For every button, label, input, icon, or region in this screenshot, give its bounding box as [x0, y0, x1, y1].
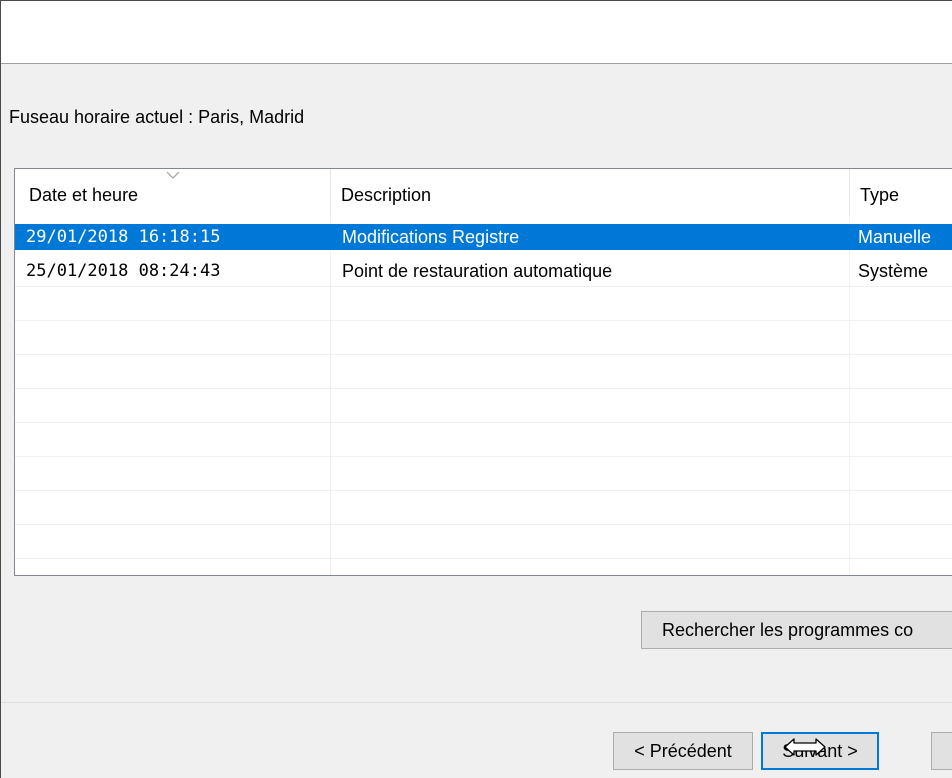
chevron-down-icon [166, 171, 180, 179]
row-date: 25/01/2018 08:24:43 [26, 261, 221, 281]
previous-button[interactable]: < Précédent [613, 732, 753, 770]
grid-line [15, 422, 952, 423]
table-row[interactable]: 29/01/2018 16:18:15 Modifications Regist… [15, 224, 952, 250]
row-type: Système [858, 261, 929, 281]
grid-line [15, 354, 952, 355]
next-button[interactable]: Suivant > [761, 732, 879, 770]
column-header-date[interactable]: Date et heure [15, 169, 330, 217]
row-description: Point de restauration automatique [342, 261, 613, 281]
system-restore-window: Fuseau horaire actuel : Paris, Madrid Da… [0, 0, 952, 778]
search-affected-programs-button[interactable]: Rechercher les programmes co [641, 611, 952, 649]
timezone-label: Fuseau horaire actuel : Paris, Madrid [9, 107, 305, 127]
footer-divider [1, 702, 952, 703]
row-description: Modifications Registre [342, 227, 520, 247]
row-date: 29/01/2018 16:18:15 [26, 227, 221, 247]
grid-line [15, 388, 952, 389]
restore-points-list[interactable]: Date et heure Description Type 29/01/201… [14, 168, 952, 576]
column-header-type-label: Type [860, 185, 900, 205]
grid-line [15, 490, 952, 491]
grid-line [15, 320, 952, 321]
grid-line [15, 558, 952, 559]
column-header-description-label: Description [341, 185, 432, 205]
wizard-header [1, 1, 952, 64]
grid-line [15, 524, 952, 525]
table-row[interactable]: 25/01/2018 08:24:43 Point de restauratio… [15, 258, 952, 284]
column-header-date-label: Date et heure [29, 185, 139, 205]
cancel-button[interactable] [931, 732, 952, 770]
column-header-type[interactable]: Type [850, 169, 952, 217]
row-type: Manuelle [858, 227, 932, 247]
column-header-description[interactable]: Description [331, 169, 849, 217]
grid-line [15, 286, 952, 287]
grid-line [15, 456, 952, 457]
